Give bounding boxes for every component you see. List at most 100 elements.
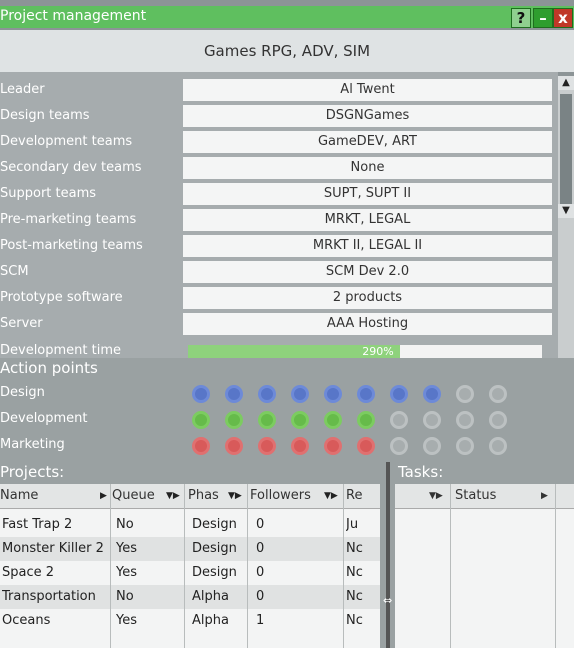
action-point-filled-dot (225, 411, 243, 429)
table-cell: Nc (346, 565, 363, 580)
action-point-empty-dot (489, 437, 507, 455)
minimize-icon[interactable]: – (533, 8, 553, 28)
column-separator (343, 484, 344, 648)
info-value[interactable]: Al Twent (183, 79, 552, 101)
action-points-title: Action points (0, 359, 98, 377)
projects-table-header: Name ▶ Queue ▼▶ Phas ▼▶ Followers ▼▶ Re (0, 484, 380, 509)
development-time-label: Development time (0, 343, 122, 358)
info-row: Secondary dev teams None (0, 157, 556, 179)
column-header-release[interactable]: Re (346, 484, 380, 508)
action-point-filled-dot (324, 411, 342, 429)
action-point-empty-dot (456, 437, 474, 455)
filter-icon[interactable]: ▼▶ (166, 484, 180, 508)
sort-arrow-icon[interactable]: ▶ (541, 484, 548, 508)
scroll-up-arrow-icon[interactable]: ▲ (558, 76, 574, 90)
action-point-filled-dot (225, 437, 243, 455)
action-point-filled-dot (357, 411, 375, 429)
table-cell: Alpha (192, 589, 229, 604)
column-separator (247, 484, 248, 648)
column-separator (110, 484, 111, 648)
info-label: Prototype software (0, 290, 123, 305)
action-point-filled-dot (192, 437, 210, 455)
resize-handle-icon[interactable]: ⇔ (383, 594, 392, 607)
info-value[interactable]: None (183, 157, 552, 179)
table-row[interactable]: Fast Trap 2 No Design 0 Ju (0, 513, 380, 537)
table-cell: Yes (116, 541, 137, 556)
info-value[interactable]: DSGNGames (183, 105, 552, 127)
tasks-title: Tasks: (398, 463, 444, 481)
info-row: Design teams DSGNGames (0, 105, 556, 127)
action-point-empty-dot (390, 437, 408, 455)
info-row: Development teams GameDEV, ART (0, 131, 556, 153)
action-point-filled-dot (258, 411, 276, 429)
table-cell: Nc (346, 613, 363, 628)
table-cell: Transportation (2, 589, 96, 604)
help-icon[interactable]: ? (511, 8, 531, 28)
action-point-empty-dot (456, 411, 474, 429)
project-subtitle: Games RPG, ADV, SIM (203, 42, 371, 60)
info-label: SCM (0, 264, 29, 279)
action-point-empty-dot (423, 437, 441, 455)
sort-arrow-icon[interactable]: ▶ (100, 484, 107, 508)
close-icon[interactable]: x (553, 8, 573, 28)
table-row[interactable]: Oceans Yes Alpha 1 Nc (0, 609, 380, 633)
table-row[interactable]: Transportation No Alpha 0 Nc (0, 585, 380, 609)
info-scrollbar[interactable]: ▲ ▼ (558, 76, 574, 358)
info-label: Development teams (0, 134, 133, 149)
action-point-filled-dot (192, 411, 210, 429)
info-label: Post-marketing teams (0, 238, 143, 253)
column-header-phase[interactable]: Phas ▼▶ (188, 484, 246, 508)
info-value[interactable]: AAA Hosting (183, 313, 552, 335)
info-value[interactable]: SCM Dev 2.0 (183, 261, 552, 283)
scroll-down-arrow-icon[interactable]: ▼ (558, 204, 574, 218)
table-cell: Ju (346, 517, 359, 532)
action-point-filled-dot (423, 385, 441, 403)
column-header-followers[interactable]: Followers ▼▶ (250, 484, 342, 508)
table-cell: 1 (256, 613, 265, 628)
scrollbar-thumb[interactable] (560, 94, 572, 206)
action-point-filled-dot (324, 385, 342, 403)
table-cell: 0 (256, 541, 265, 556)
title-bar: Project management ? – x (0, 6, 574, 28)
action-point-filled-dot (258, 437, 276, 455)
filter-icon[interactable]: ▼▶ (324, 484, 338, 508)
table-row[interactable]: Monster Killer 2 Yes Design 0 Nc (0, 537, 380, 561)
filter-icon[interactable]: ▼▶ (429, 484, 443, 508)
info-value[interactable]: SUPT, SUPT II (183, 183, 552, 205)
info-value[interactable]: 2 products (183, 287, 552, 309)
table-cell: Design (192, 541, 237, 556)
info-label: Leader (0, 82, 45, 97)
table-cell: No (116, 589, 134, 604)
action-points-label: Development (0, 411, 88, 426)
projects-title: Projects: (0, 463, 65, 481)
table-cell: Oceans (2, 613, 51, 628)
info-value[interactable]: GameDEV, ART (183, 131, 552, 153)
action-point-filled-dot (324, 437, 342, 455)
action-points-label: Marketing (0, 437, 65, 452)
column-header-status[interactable]: Status (455, 484, 551, 508)
table-cell: Nc (346, 589, 363, 604)
column-separator (555, 484, 556, 648)
info-value[interactable]: MRKT, LEGAL (183, 209, 552, 231)
action-point-filled-dot (291, 411, 309, 429)
column-header-queue[interactable]: Queue ▼▶ (112, 484, 184, 508)
development-time-value: 290% (362, 345, 394, 358)
action-point-filled-dot (258, 385, 276, 403)
tasks-table-header: ▼▶ Status ▶ (395, 484, 574, 509)
action-point-empty-dot (489, 411, 507, 429)
info-row: SCM SCM Dev 2.0 (0, 261, 556, 283)
info-value[interactable]: MRKT II, LEGAL II (183, 235, 552, 257)
action-point-filled-dot (291, 437, 309, 455)
filter-icon[interactable]: ▼▶ (228, 484, 242, 508)
table-cell: Fast Trap 2 (2, 517, 73, 532)
action-point-filled-dot (291, 385, 309, 403)
action-point-empty-dot (423, 411, 441, 429)
action-points-label: Design (0, 385, 45, 400)
info-row: Support teams SUPT, SUPT II (0, 183, 556, 205)
panel-splitter[interactable] (386, 462, 390, 648)
tasks-table: ▼▶ Status ▶ (395, 484, 574, 648)
info-row: Post-marketing teams MRKT II, LEGAL II (0, 235, 556, 257)
table-cell: Yes (116, 613, 137, 628)
table-row[interactable]: Space 2 Yes Design 0 Nc (0, 561, 380, 585)
column-header-name[interactable]: Name ▶ (0, 484, 108, 508)
